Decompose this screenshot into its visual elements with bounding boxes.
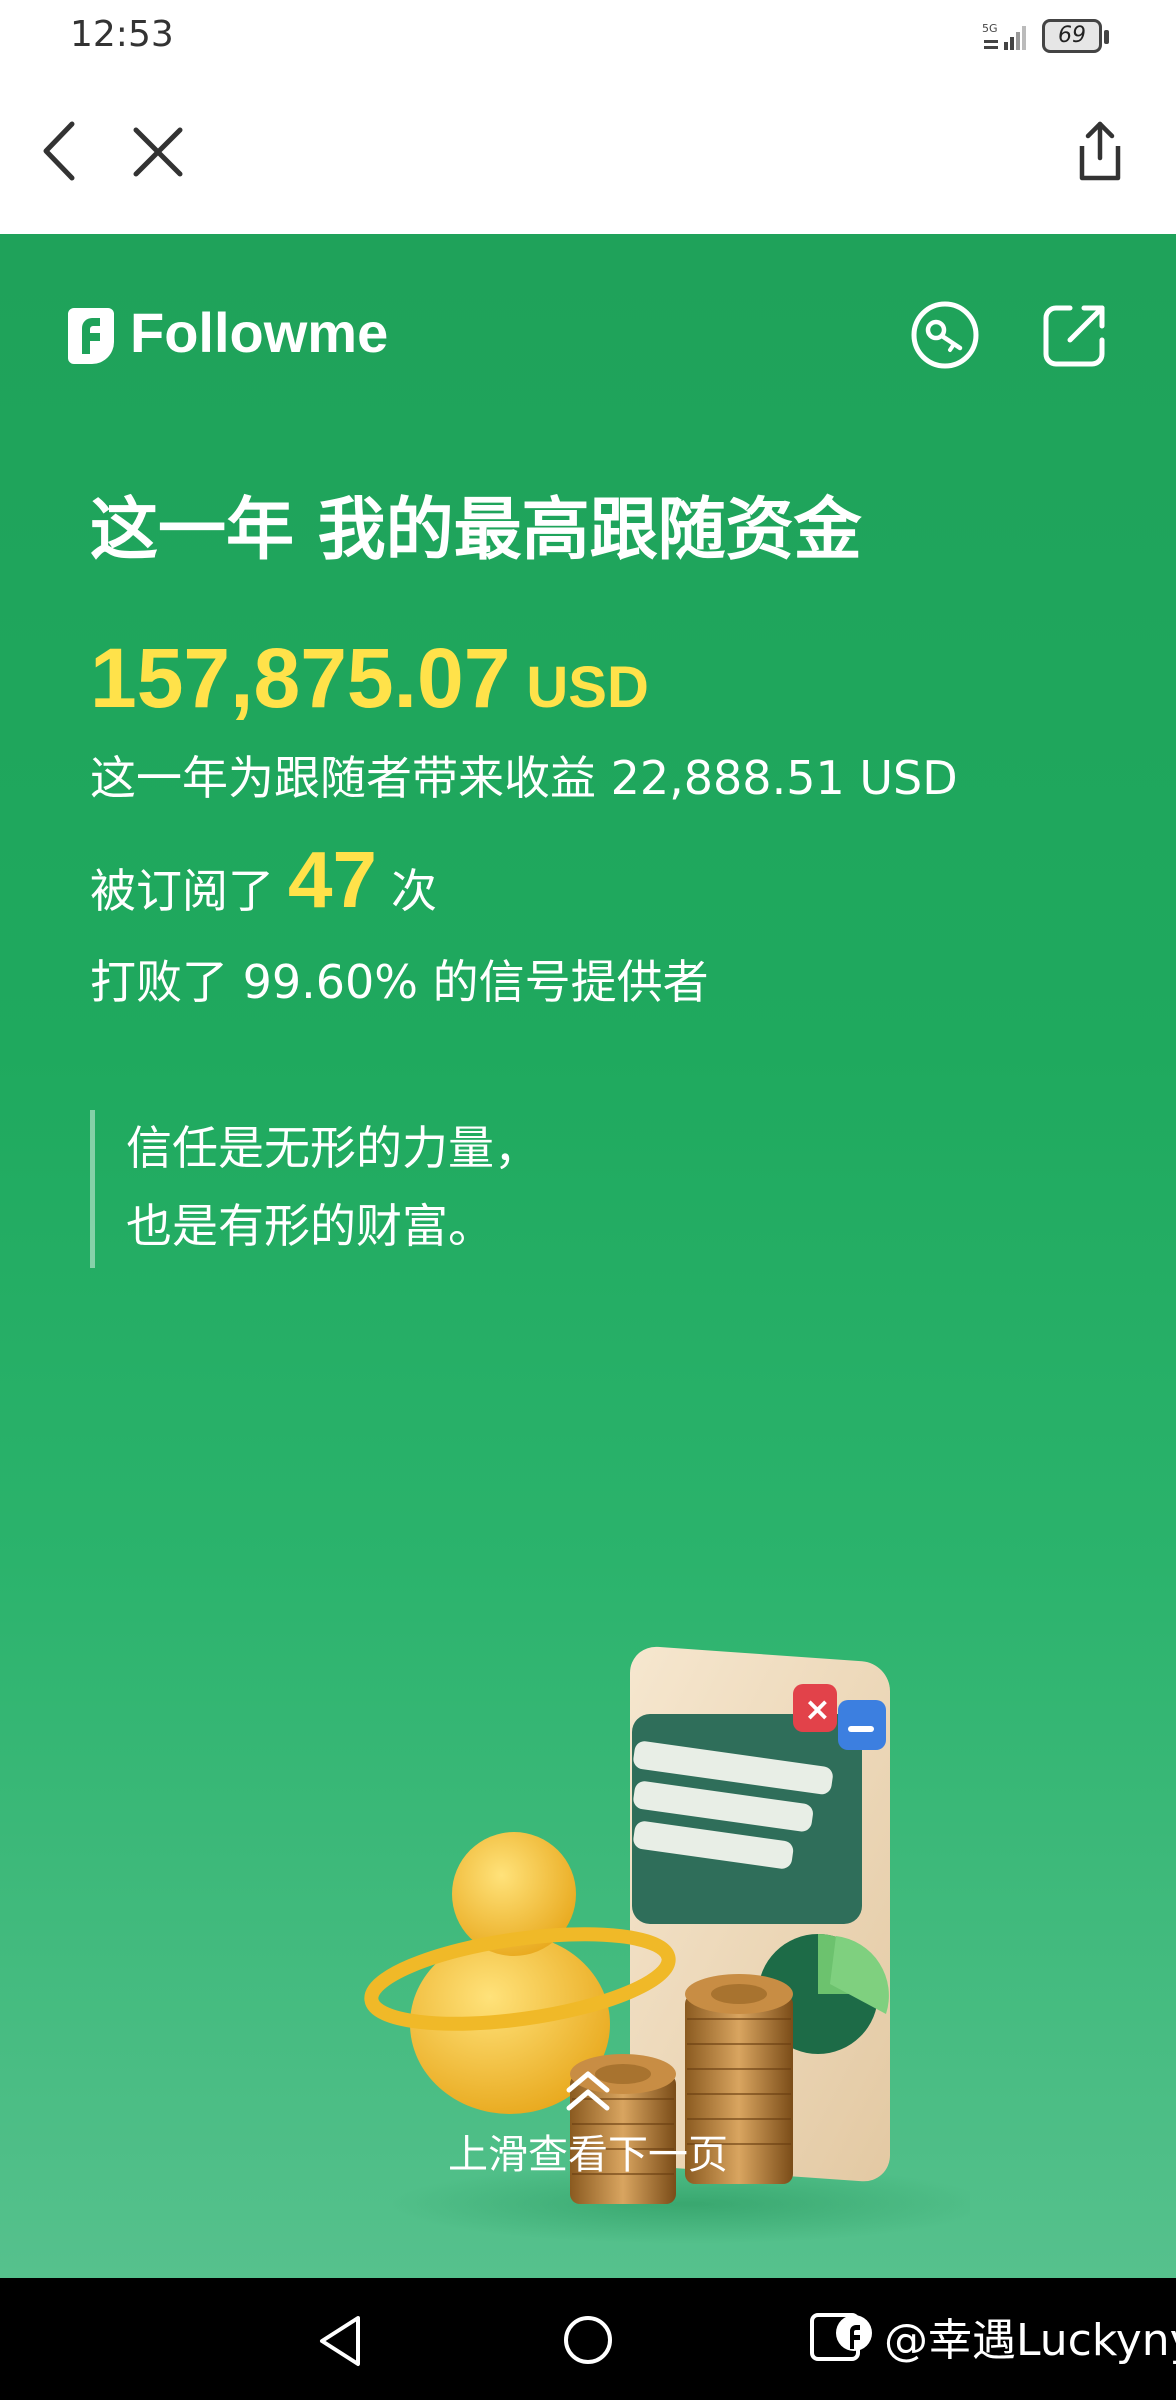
amount-unit: USD bbox=[526, 655, 649, 720]
follower-earnings-line: 这一年为跟随者带来收益 22,888.51 USD bbox=[90, 751, 958, 805]
svg-text:5G: 5G bbox=[982, 22, 998, 35]
swipe-up-icon[interactable] bbox=[563, 2068, 613, 2114]
status-time: 12:53 bbox=[70, 14, 174, 55]
weibo-logo-icon bbox=[810, 2313, 872, 2361]
close-icon[interactable] bbox=[132, 126, 184, 178]
quote-line-1: 信任是无形的力量， bbox=[126, 1121, 540, 1175]
ranking-line: 打败了 99.60% 的信号提供者 bbox=[90, 955, 709, 1009]
max-follow-amount: 157,875.07 USD bbox=[90, 630, 649, 727]
quote-divider bbox=[90, 1110, 95, 1268]
subscribed-suffix: 次 bbox=[390, 864, 437, 918]
finance-illustration: × bbox=[364, 1646, 970, 2244]
annual-report-card: Followme 这一年 我的最高跟随资金 157,875.07 USD 这一年为… bbox=[0, 234, 1176, 2278]
amount-value: 157,875.07 bbox=[90, 631, 511, 725]
key-icon[interactable] bbox=[910, 300, 980, 370]
followme-logo-icon bbox=[68, 308, 114, 364]
battery-icon: 69 bbox=[1042, 19, 1109, 53]
status-bar: 12:53 5G 69 bbox=[0, 0, 1176, 72]
swipe-hint[interactable]: 上滑查看下一页 bbox=[0, 2122, 1176, 2180]
subscribed-count: 47 bbox=[288, 835, 377, 924]
subscription-line: 被订阅了 47 次 bbox=[90, 834, 437, 926]
share-icon[interactable] bbox=[1074, 120, 1126, 182]
nav-header bbox=[0, 72, 1176, 234]
system-nav-bar: @幸遇Luckyny bbox=[0, 2278, 1176, 2400]
chevron-left-icon[interactable] bbox=[38, 120, 80, 182]
brand-name: Followme bbox=[130, 301, 389, 364]
external-link-icon[interactable] bbox=[1040, 300, 1110, 370]
signal-icon: 5G bbox=[982, 22, 1026, 50]
home-circle-icon[interactable] bbox=[562, 2314, 614, 2366]
quote-line-2: 也是有形的财富。 bbox=[126, 1199, 494, 1253]
report-headline: 这一年 我的最高跟随资金 bbox=[90, 491, 862, 570]
watermark-text: @幸遇Luckyny bbox=[884, 2315, 1176, 2366]
svg-text:×: × bbox=[804, 1690, 831, 1728]
back-triangle-icon[interactable] bbox=[316, 2314, 364, 2368]
watermark: @幸遇Luckyny bbox=[810, 2308, 1176, 2366]
subscribed-prefix: 被订阅了 bbox=[90, 864, 274, 918]
